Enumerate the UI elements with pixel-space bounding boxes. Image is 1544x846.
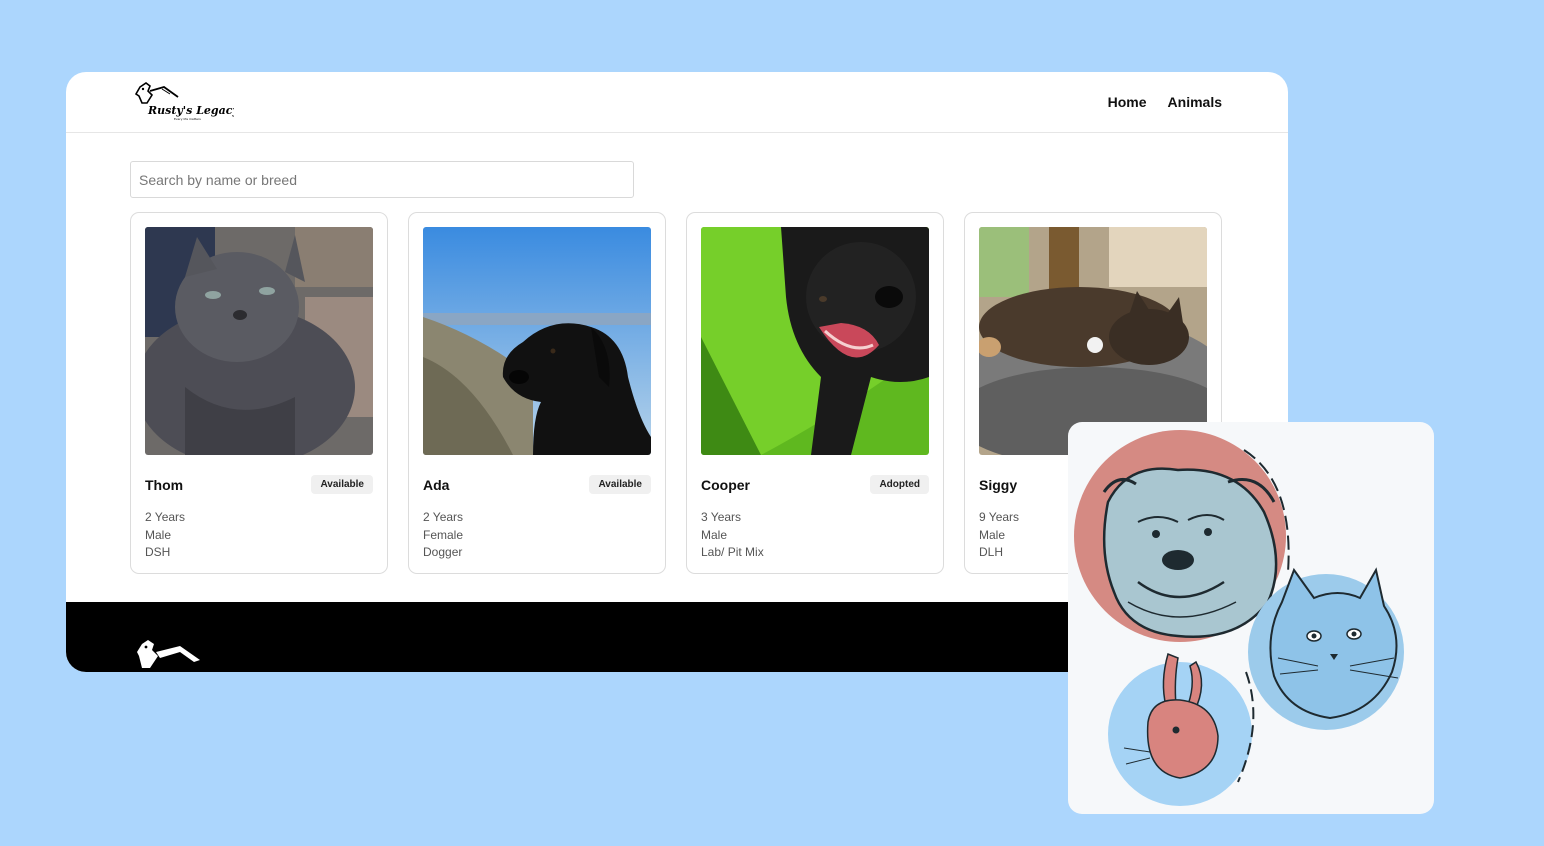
animal-sex: Female	[423, 528, 464, 542]
animal-card-ada[interactable]: Ada Available 2 Years Female Dogger	[408, 212, 666, 574]
gray-cat-photo[interactable]	[145, 227, 373, 455]
animal-age: 3 Years	[701, 510, 742, 524]
nav-animals[interactable]: Animals	[1168, 94, 1222, 110]
animal-name: Ada	[423, 477, 450, 493]
svg-text:Rusty's Legacy: Rusty's Legacy	[147, 104, 234, 117]
search-input[interactable]	[130, 161, 634, 198]
rustys-legacy-logo[interactable]: Rusty's Legacy Every life matters	[134, 81, 234, 121]
status-badge: Available	[311, 475, 373, 494]
animal-sex: Male	[701, 528, 728, 542]
tabby-cat-photo[interactable]	[979, 227, 1207, 455]
pets-illustration	[1068, 422, 1434, 814]
animal-breed: DSH	[145, 545, 171, 559]
animal-breed: DLH	[979, 545, 1004, 559]
footer-logo[interactable]	[136, 638, 236, 672]
nav-home[interactable]: Home	[1108, 94, 1147, 110]
animal-name: Siggy	[979, 477, 1018, 493]
animal-sex: Male	[145, 528, 172, 542]
animal-breed: Lab/ Pit Mix	[701, 545, 764, 559]
status-badge: Adopted	[870, 475, 929, 494]
animal-age: 2 Years	[423, 510, 464, 524]
animal-name: Thom	[145, 477, 184, 493]
animal-sex: Male	[979, 528, 1006, 542]
animal-breed: Dogger	[423, 545, 463, 559]
animal-card-cooper[interactable]: Cooper Adopted 3 Years Male Lab/ Pit Mix	[686, 212, 944, 574]
animal-card-thom[interactable]: Thom Available 2 Years Male DSH	[130, 212, 388, 574]
black-dog-on-grass-photo[interactable]	[701, 227, 929, 455]
animal-age: 9 Years	[979, 510, 1020, 524]
black-dog-photo[interactable]	[423, 227, 651, 455]
navbar: Rusty's Legacy Every life matters Home A…	[66, 72, 1288, 133]
svg-text:Every life matters: Every life matters	[174, 117, 201, 121]
animal-age: 2 Years	[145, 510, 186, 524]
status-badge: Available	[589, 475, 651, 494]
animal-name: Cooper	[701, 477, 750, 493]
